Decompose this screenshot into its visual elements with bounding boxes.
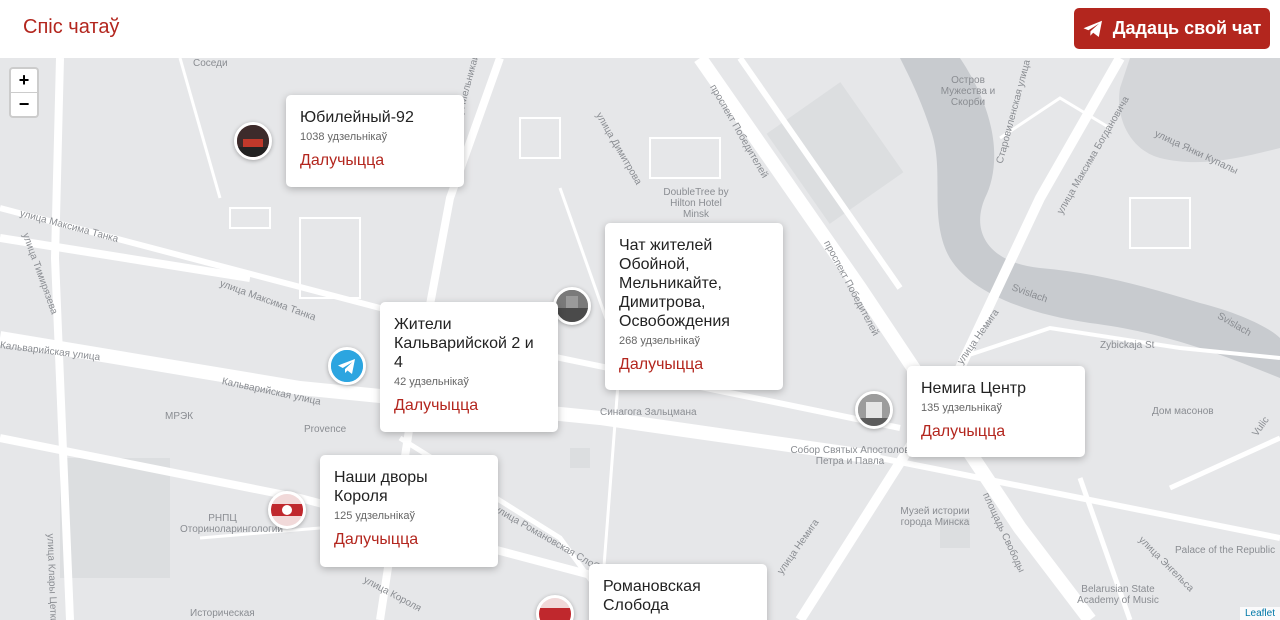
chat-marker-avatar[interactable]	[268, 491, 306, 529]
chat-member-count: 268 удзельнікаў	[619, 335, 700, 347]
chat-marker-avatar[interactable]	[855, 391, 893, 429]
chat-title: Юбилейный-92	[300, 109, 414, 126]
chat-card: Чат жителей Обойной, Мельникайте, Димитр…	[605, 223, 783, 390]
map-label: Синагога Зальцмана	[600, 407, 697, 418]
map[interactable]: Соседи улица Мельникайте улица Димитрова…	[0, 58, 1280, 620]
map-label: Остров Мужества и Скорби	[940, 75, 996, 108]
join-link[interactable]: Далучыцца	[921, 423, 1071, 441]
add-chat-button[interactable]: Дадаць свой чат	[1074, 8, 1270, 49]
chat-title: Наши дворы Короля	[334, 469, 428, 505]
telegram-icon	[331, 350, 363, 382]
chat-title: Немига Центр	[921, 380, 1027, 397]
photo-avatar-building	[858, 394, 890, 426]
chat-card: Наши дворы Короля 125 удзельнікаў Далучы…	[320, 455, 498, 567]
zoom-out-button[interactable]: −	[11, 92, 37, 116]
map-label: Belarusian State Academy of Music	[1077, 584, 1159, 606]
chat-card: Немига Центр 135 удзельнікаў Далучыцца	[907, 366, 1085, 457]
chat-title: Жители Кальварийской 2 и 4	[394, 316, 534, 371]
map-label: DoubleTree by Hilton Hotel Minsk	[663, 187, 729, 220]
photo-avatar-flag	[271, 494, 303, 526]
top-bar: Спіс чатаў Дадаць свой чат	[0, 0, 1280, 58]
chat-member-count: 42 удзельнікаў	[394, 376, 469, 388]
chat-title: Чат жителей Обойной, Мельникайте, Димитр…	[619, 237, 730, 330]
zoom-in-button[interactable]: +	[11, 69, 37, 92]
chat-marker-avatar[interactable]	[553, 287, 591, 325]
chat-card: Юбилейный-92 1038 удзельнікаў Далучыцца	[286, 95, 464, 187]
map-label: МРЭК	[165, 411, 194, 422]
chat-member-count: 125 удзельнікаў	[334, 510, 415, 522]
chat-title: Романовская Слобода	[603, 578, 701, 614]
zoom-control: + −	[9, 67, 39, 118]
chat-list-link[interactable]: Спіс чатаў	[23, 16, 119, 39]
map-label: Соседи	[193, 58, 228, 69]
map-label: Собор Святых Апостолов Петра и Павла	[790, 445, 910, 467]
chat-member-count: 135 удзельнікаў	[921, 402, 1002, 414]
map-label: Историческая	[190, 608, 255, 619]
map-label: Дом масонов	[1152, 406, 1214, 417]
paper-plane-icon	[1083, 20, 1103, 38]
chat-marker-avatar[interactable]	[234, 122, 272, 160]
chat-card: Романовская Слобода	[589, 564, 767, 620]
add-chat-label: Дадаць свой чат	[1112, 18, 1262, 38]
map-label: Provence	[304, 424, 347, 435]
photo-avatar-flag	[539, 598, 571, 620]
join-link[interactable]: Далучыцца	[300, 152, 450, 170]
map-label: Музей истории города Минска	[900, 506, 970, 528]
attribution-link[interactable]: Leaflet	[1239, 607, 1280, 620]
photo-avatar-red	[237, 125, 269, 157]
map-label: РНПЦ Оториноларингологии	[180, 513, 283, 535]
photo-avatar-street	[556, 290, 588, 322]
map-label: Palace of the Republic	[1175, 545, 1276, 556]
join-link[interactable]: Далучыцца	[619, 356, 769, 374]
chat-member-count: 1038 удзельнікаў	[300, 131, 388, 143]
chat-card: Жители Кальварийской 2 и 4 42 удзельніка…	[380, 302, 558, 432]
join-link[interactable]: Далучыцца	[394, 397, 544, 415]
map-label: Zybickaja St	[1100, 340, 1155, 351]
chat-marker-avatar[interactable]	[328, 347, 366, 385]
join-link[interactable]: Далучыцца	[334, 531, 484, 549]
